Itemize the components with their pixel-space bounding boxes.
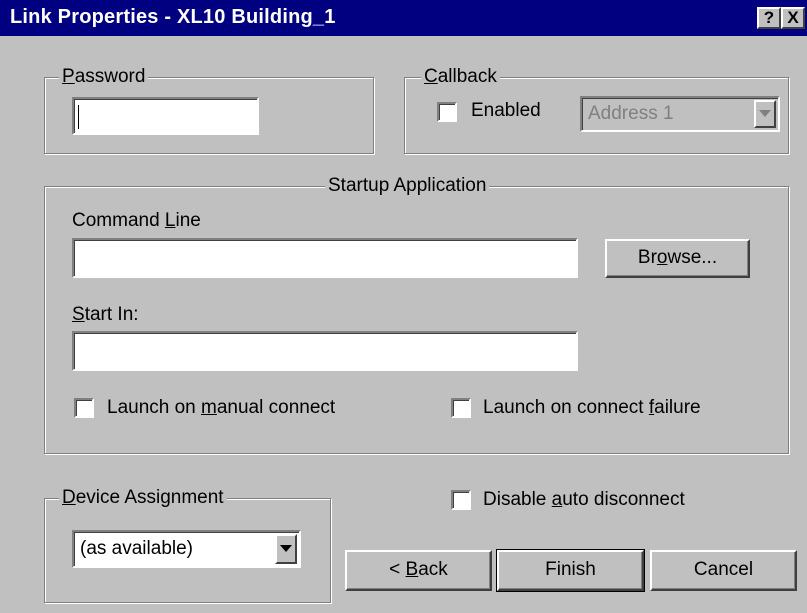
device-dropdown-button[interactable] bbox=[275, 534, 297, 564]
help-button[interactable]: ? bbox=[757, 7, 781, 29]
disable-auto-disconnect-label[interactable]: Disable auto disconnect bbox=[483, 489, 685, 511]
command-line-label: Command Line bbox=[72, 210, 201, 231]
chevron-down-icon bbox=[759, 110, 771, 117]
launch-manual-label[interactable]: Launch on manual connect bbox=[107, 397, 335, 419]
start-in-label: Start In: bbox=[72, 304, 139, 325]
disable-auto-disconnect-checkbox[interactable] bbox=[451, 490, 471, 510]
link-properties-dialog: Link Properties - XL10 Building_1 ? X Pa… bbox=[0, 0, 807, 613]
cancel-button[interactable]: Cancel bbox=[650, 550, 797, 591]
callback-address-select[interactable]: Address 1 bbox=[580, 96, 780, 132]
password-input[interactable] bbox=[72, 97, 259, 135]
callback-enabled-checkbox[interactable] bbox=[437, 102, 457, 122]
address-dropdown-button[interactable] bbox=[754, 100, 776, 128]
text-caret bbox=[78, 105, 79, 129]
finish-button[interactable]: Finish bbox=[496, 549, 645, 592]
close-button[interactable]: X bbox=[781, 7, 805, 29]
launch-manual-checkbox[interactable] bbox=[74, 398, 94, 418]
launch-failure-label[interactable]: Launch on connect failure bbox=[483, 397, 701, 419]
launch-failure-checkbox[interactable] bbox=[451, 398, 471, 418]
window-title: Link Properties - XL10 Building_1 bbox=[10, 6, 336, 28]
password-legend: Password bbox=[59, 66, 149, 88]
device-assignment-select[interactable]: (as available) bbox=[72, 530, 301, 568]
command-line-input[interactable] bbox=[72, 238, 578, 278]
browse-button[interactable]: Browse... bbox=[605, 239, 750, 278]
start-in-input[interactable] bbox=[72, 331, 578, 371]
back-button[interactable]: < Back bbox=[345, 550, 492, 591]
chevron-down-icon bbox=[280, 545, 292, 552]
title-bar[interactable]: Link Properties - XL10 Building_1 ? X bbox=[0, 0, 807, 36]
device-assignment-legend: Device Assignment bbox=[59, 487, 227, 509]
callback-enabled-label[interactable]: Enabled bbox=[471, 100, 541, 122]
startup-legend: Startup Application bbox=[325, 175, 490, 197]
callback-legend: Callback bbox=[421, 66, 500, 88]
